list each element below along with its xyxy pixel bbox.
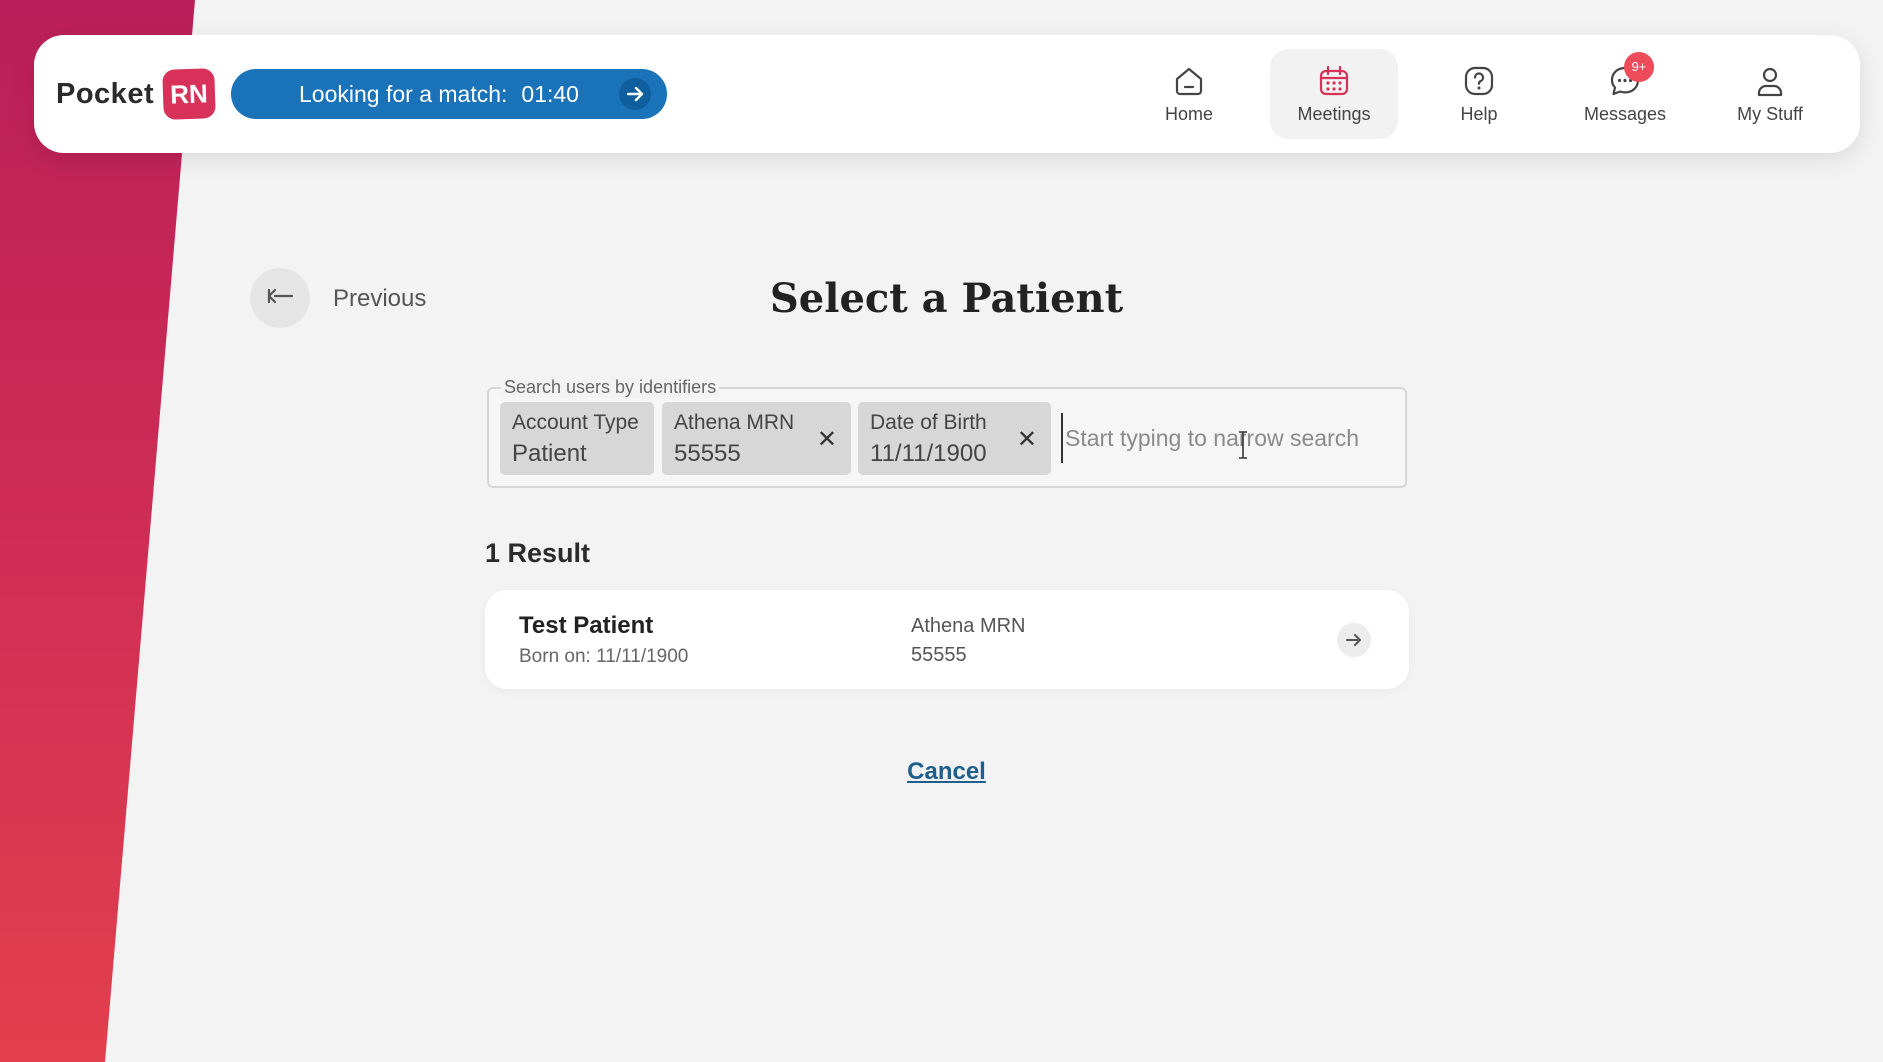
nav-messages-label: Messages	[1583, 103, 1667, 124]
help-icon	[1462, 64, 1496, 98]
patient-birthdate: Born on: 11/11/1900	[519, 646, 689, 667]
chat-icon: 9+	[1608, 51, 1654, 98]
close-icon[interactable]: ✕	[817, 425, 837, 454]
close-icon[interactable]: ✕	[1017, 425, 1037, 454]
patient-id-label: Athena MRN	[911, 615, 1026, 637]
nav-messages[interactable]: 9+ Messages	[1561, 49, 1689, 139]
results-count: 1 Result	[485, 538, 591, 568]
match-status-button[interactable]: Looking for a match: 01:40	[231, 69, 667, 119]
chip-key: Account Type	[512, 411, 639, 434]
chip-date-of-birth: Date of Birth 11/11/1900 ✕	[858, 402, 1051, 475]
nav-my-stuff-label: My Stuff	[1737, 103, 1803, 124]
logo-badge: RN	[162, 68, 216, 120]
user-icon	[1753, 64, 1787, 98]
chip-key: Date of Birth	[870, 411, 987, 434]
chip-key: Athena MRN	[674, 411, 795, 434]
search-legend: Search users by identifiers	[501, 377, 720, 398]
app-logo[interactable]: Pocket RN	[56, 68, 216, 120]
messages-badge: 9+	[1624, 51, 1654, 82]
identifier-search-field[interactable]: Search users by identifiers Account Type…	[487, 377, 1407, 488]
match-label: Looking for a match:	[299, 80, 508, 107]
text-cursor-icon	[1239, 431, 1247, 459]
patient-name: Test Patient	[519, 612, 654, 639]
nav-home-label: Home	[1164, 103, 1213, 124]
nav-help[interactable]: Help	[1415, 49, 1543, 139]
cancel-link[interactable]: Cancel	[0, 758, 1883, 786]
background-sweep	[0, 0, 195, 1062]
nav-home[interactable]: Home	[1125, 49, 1253, 139]
result-row[interactable]: Test Patient Born on: 11/11/1900 Athena …	[485, 590, 1409, 689]
home-icon	[1172, 64, 1206, 98]
chip-value: 11/11/1900	[870, 440, 987, 467]
search-input[interactable]	[1061, 413, 1391, 463]
nav-meetings[interactable]: Meetings	[1270, 49, 1398, 139]
match-timer: 01:40	[521, 80, 579, 107]
top-nav-bar: Pocket RN Looking for a match: 01:40 Hom…	[34, 35, 1860, 153]
page-title: Select a Patient	[769, 275, 1124, 322]
patient-id-value: 55555	[911, 644, 967, 666]
arrow-right-icon	[619, 78, 651, 110]
nav-meetings-label: Meetings	[1297, 103, 1371, 124]
nav-help-label: Help	[1460, 103, 1498, 124]
chip-value: Patient	[512, 440, 587, 467]
nav-my-stuff[interactable]: My Stuff	[1706, 49, 1834, 139]
logo-text: Pocket	[56, 77, 155, 110]
chip-value: 55555	[674, 440, 741, 467]
arrow-right-icon[interactable]	[1337, 623, 1371, 657]
chip-athena-mrn: Athena MRN 55555 ✕	[662, 402, 851, 475]
chip-account-type: Account Type Patient	[500, 402, 654, 475]
calendar-icon	[1317, 64, 1351, 98]
